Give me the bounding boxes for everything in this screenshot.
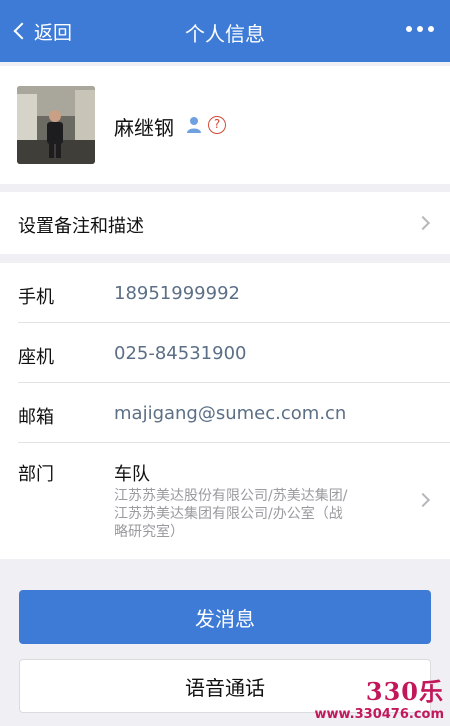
profile-card: 麻继钢 ? bbox=[0, 66, 450, 184]
department-path-line: 江苏苏美达股份有限公司/苏美达集团/ bbox=[114, 488, 348, 504]
department-row[interactable]: 部门 车队 江苏苏美达股份有限公司/苏美达集团/ 江苏苏美达集团有限公司/办公室… bbox=[0, 443, 450, 559]
site-watermark: 330乐 www.330476.com bbox=[314, 672, 444, 722]
department-label: 部门 bbox=[18, 464, 54, 485]
contact-info-list: 手机 18951999992 座机 025-84531900 邮箱 majiga… bbox=[0, 263, 450, 559]
remark-row[interactable]: 设置备注和描述 bbox=[0, 192, 450, 254]
nav-bar: 返回 个人信息 bbox=[0, 0, 450, 62]
watermark-url: www.330476.com bbox=[314, 707, 444, 722]
dot bbox=[417, 26, 423, 32]
department-name: 车队 bbox=[114, 464, 150, 485]
profile-name: 麻继钢 bbox=[114, 116, 174, 140]
more-dots-icon[interactable] bbox=[406, 26, 434, 32]
person-icon bbox=[187, 117, 201, 133]
phone-row[interactable]: 手机 18951999992 bbox=[0, 263, 450, 323]
page-title: 个人信息 bbox=[185, 22, 265, 46]
department-path-line: 江苏苏美达集团有限公司/办公室（战 bbox=[114, 506, 343, 522]
phone-value[interactable]: 18951999992 bbox=[114, 283, 240, 304]
phone-label: 手机 bbox=[18, 287, 54, 308]
email-row[interactable]: 邮箱 majigang@sumec.com.cn bbox=[0, 383, 450, 443]
dot bbox=[428, 26, 434, 32]
help-icon[interactable]: ? bbox=[208, 116, 226, 134]
landline-row[interactable]: 座机 025-84531900 bbox=[0, 323, 450, 383]
landline-label: 座机 bbox=[18, 347, 54, 368]
remark-label: 设置备注和描述 bbox=[18, 216, 144, 237]
chevron-right-icon bbox=[415, 215, 431, 231]
department-path: 江苏苏美达股份有限公司/苏美达集团/ 江苏苏美达集团有限公司/办公室（战 略研究… bbox=[114, 487, 404, 541]
dot bbox=[406, 26, 412, 32]
email-value[interactable]: majigang@sumec.com.cn bbox=[114, 403, 346, 424]
chevron-right-icon bbox=[415, 492, 431, 508]
send-message-button[interactable]: 发消息 bbox=[19, 590, 431, 644]
department-path-line: 略研究室） bbox=[114, 524, 184, 540]
landline-value[interactable]: 025-84531900 bbox=[114, 343, 246, 364]
avatar[interactable] bbox=[17, 86, 95, 164]
email-label: 邮箱 bbox=[18, 407, 54, 428]
watermark-logo: 330乐 bbox=[365, 677, 444, 706]
